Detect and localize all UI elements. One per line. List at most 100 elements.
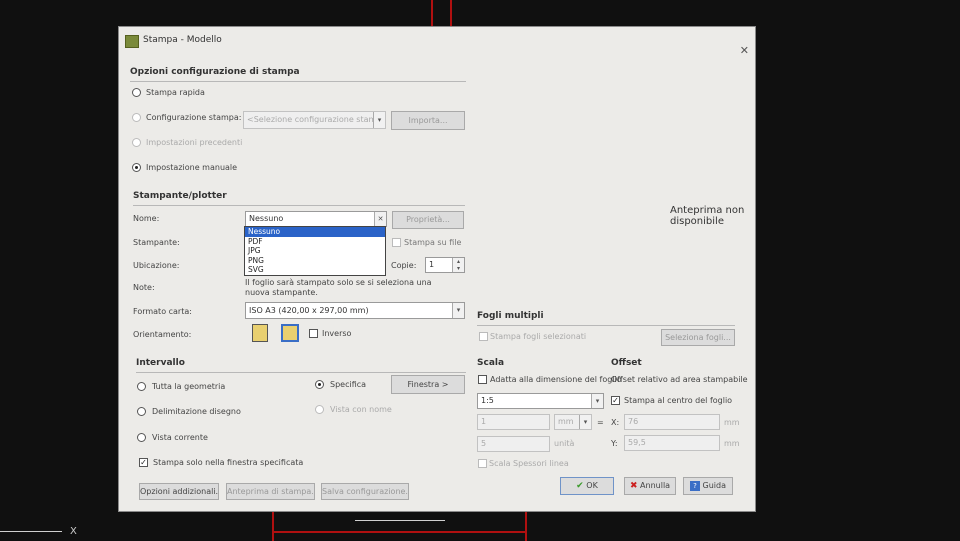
center-plot-checkbox[interactable]: ✓ xyxy=(611,396,620,405)
copies-label: Copie: xyxy=(391,261,417,270)
all-geometry-radio[interactable] xyxy=(137,382,146,391)
previous-settings-label: Impostazioni precedenti xyxy=(146,138,243,147)
cad-line xyxy=(272,531,527,533)
manual-setup-radio[interactable] xyxy=(132,163,141,172)
scale-lineweights-label: Scala Spessori linea xyxy=(489,459,569,468)
range-heading: Intervallo xyxy=(136,358,185,368)
specific-label: Specifica xyxy=(330,380,367,389)
import-button[interactable]: Importa... xyxy=(391,111,465,130)
save-configuration-button[interactable]: Salva configurazione... xyxy=(321,483,409,500)
drawing-bounds-radio[interactable] xyxy=(137,407,146,416)
printer-name-value: Nessuno xyxy=(249,214,284,223)
landscape-orientation-icon[interactable] xyxy=(281,324,299,342)
current-view-label: Vista corrente xyxy=(152,433,208,442)
cancel-label: Annulla xyxy=(640,481,671,490)
cancel-button[interactable]: ✖ Annulla xyxy=(624,477,676,495)
offset-x-input[interactable]: 76 xyxy=(624,414,720,430)
cancel-icon: ✖ xyxy=(629,481,638,491)
manual-setup-label: Impostazione manuale xyxy=(146,163,238,172)
scale-ratio-select[interactable]: 1:5 ▾ xyxy=(477,393,604,409)
paper-size-label: Formato carta: xyxy=(133,307,192,316)
cad-dimension xyxy=(355,520,445,521)
chevron-down-icon: ▾ xyxy=(579,415,591,429)
named-view-radio[interactable] xyxy=(315,405,324,414)
inverse-checkbox[interactable] xyxy=(309,329,318,338)
preview-text: Anteprima non disponibile xyxy=(670,205,745,227)
drawing-bounds-label: Delimitazione disegno xyxy=(152,407,241,416)
offset-x-label: X: xyxy=(611,418,620,427)
divider xyxy=(477,325,735,326)
copies-stepper[interactable]: 1 ▴ ▾ xyxy=(425,257,465,273)
config-radio[interactable] xyxy=(132,113,141,122)
scale-lineweights-checkbox[interactable] xyxy=(478,459,487,468)
fit-to-paper-checkbox[interactable] xyxy=(478,375,487,384)
paper-size-select[interactable]: ISO A3 (420,00 x 297,00 mm) ▾ xyxy=(245,302,465,319)
print-app-icon xyxy=(125,35,139,48)
more-options-button[interactable]: Opzioni addizionali... xyxy=(139,483,219,500)
specific-radio[interactable] xyxy=(315,380,324,389)
divider xyxy=(136,372,466,373)
offset-relative-label: Offset relativo ad area stampabile xyxy=(611,375,748,384)
cad-line xyxy=(272,508,274,541)
scale-unit-select[interactable]: mm ▾ xyxy=(554,414,592,430)
current-view-radio[interactable] xyxy=(137,433,146,442)
printer-heading: Stampante/plotter xyxy=(133,191,227,201)
inverse-label: Inverso xyxy=(322,329,352,338)
all-geometry-label: Tutta la geometria xyxy=(152,382,226,391)
chevron-down-icon: ▾ xyxy=(452,303,464,318)
cad-line xyxy=(450,0,452,26)
stepper-arrows-icon[interactable]: ▴ ▾ xyxy=(452,258,464,272)
config-value: <Selezione configurazione stampa> xyxy=(247,115,386,124)
config-select[interactable]: <Selezione configurazione stampa> ▾ xyxy=(243,111,386,129)
print-to-file-label: Stampa su file xyxy=(404,238,462,247)
title-bar: Stampa - Modello ✕ xyxy=(119,27,755,57)
printer-option[interactable]: JPG xyxy=(245,246,385,256)
axis-x-label: X xyxy=(70,526,77,537)
window-button[interactable]: Finestra > xyxy=(391,375,465,394)
help-button[interactable]: ? Guida xyxy=(683,477,733,495)
named-view-label: Vista con nome xyxy=(330,405,392,414)
quick-print-radio[interactable] xyxy=(132,88,141,97)
cad-line xyxy=(431,0,433,26)
offset-y-input[interactable]: 59,5 xyxy=(624,435,720,451)
print-selected-sheets-label: Stampa fogli selezionati xyxy=(490,332,587,341)
chevron-down-icon: ✕ xyxy=(374,212,386,226)
offset-heading: Offset xyxy=(611,358,642,368)
print-preview-button[interactable]: Anteprima di stampa... xyxy=(226,483,315,500)
units-label: unità xyxy=(554,439,575,448)
printer-option[interactable]: PDF xyxy=(245,237,385,247)
printer-dropdown-list: Nessuno PDF JPG PNG SVG xyxy=(244,226,386,276)
previous-settings-radio[interactable] xyxy=(132,138,141,147)
printer-label: Stampante: xyxy=(133,238,180,247)
equals-sign: = xyxy=(597,418,604,427)
select-sheets-button[interactable]: Seleziona fogli... xyxy=(661,329,735,346)
printer-option[interactable]: Nessuno xyxy=(245,227,385,237)
offset-y-unit: mm xyxy=(724,439,740,448)
scale-value-1-input[interactable]: 1 xyxy=(477,414,550,430)
print-to-file-checkbox[interactable] xyxy=(392,238,401,247)
print-dialog: Stampa - Modello ✕ Opzioni configurazion… xyxy=(118,26,756,512)
only-window-checkbox[interactable]: ✓ xyxy=(139,458,148,467)
only-window-label: Stampa solo nella finestra specificata xyxy=(153,458,304,467)
multi-sheets-heading: Fogli multipli xyxy=(477,311,544,321)
window-title: Stampa - Modello xyxy=(143,35,222,45)
printer-option[interactable]: SVG xyxy=(245,265,385,275)
ok-label: OK xyxy=(586,481,598,490)
center-plot-label: Stampa al centro del foglio xyxy=(624,396,733,405)
cad-axis xyxy=(0,531,62,532)
location-label: Ubicazione: xyxy=(133,261,180,270)
print-selected-sheets-checkbox[interactable] xyxy=(479,332,488,341)
offset-x-unit: mm xyxy=(724,418,740,427)
portrait-orientation-icon[interactable] xyxy=(252,324,268,342)
printer-option[interactable]: PNG xyxy=(245,256,385,266)
paper-size-value: ISO A3 (420,00 x 297,00 mm) xyxy=(249,306,369,315)
printer-name-select[interactable]: Nessuno ✕ xyxy=(245,211,387,227)
scale-ratio-value: 1:5 xyxy=(481,396,494,405)
offset-y-label: Y: xyxy=(611,439,618,448)
scale-value-2-input[interactable]: 5 xyxy=(477,436,550,452)
properties-button[interactable]: Proprietà... xyxy=(392,211,464,229)
fit-to-paper-label: Adatta alla dimensione del foglio xyxy=(490,375,622,384)
ok-button[interactable]: ✔ OK xyxy=(560,477,614,495)
close-icon[interactable]: ✕ xyxy=(740,44,749,57)
setup-heading: Opzioni configurazione di stampa xyxy=(130,67,300,77)
